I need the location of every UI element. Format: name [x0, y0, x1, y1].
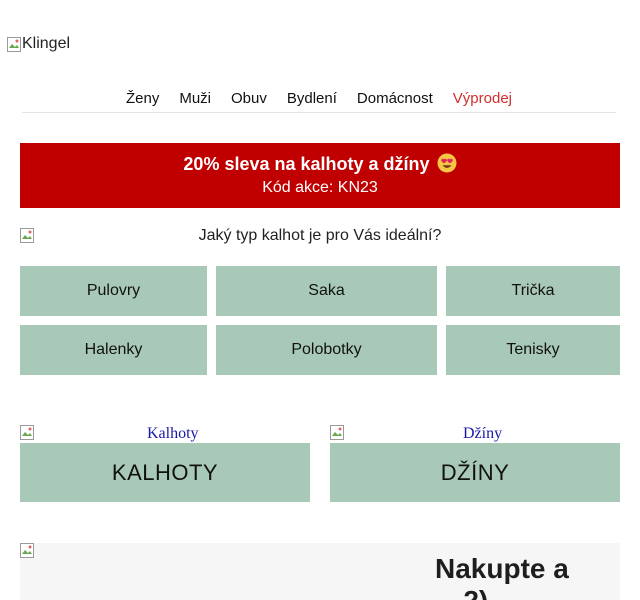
logo-alt-text: Klingel [22, 35, 71, 52]
main-navigation: Ženy Muži Obuv Bydlení Domácnost Výprode… [22, 86, 616, 113]
dziny-image[interactable] [330, 425, 344, 440]
broken-image-icon [7, 36, 21, 52]
kalhoty-image[interactable] [20, 425, 34, 440]
nav-item-domacnost[interactable]: Domácnost [357, 90, 433, 107]
tile-halenky[interactable]: Halenky [20, 325, 207, 375]
email-page: Klingel Ženy Muži Obuv Bydlení Domácnost… [0, 0, 640, 600]
promo-section[interactable]: Nakupte a ...2) [20, 543, 620, 600]
tile-tenisky[interactable]: Tenisky [446, 325, 620, 375]
kalhoty-button[interactable]: KALHOTY [20, 443, 310, 502]
banner-headline: 20% sleva na kalhoty a džíny [183, 154, 430, 174]
tile-tricka[interactable]: Trička [446, 266, 620, 316]
klingel-logo[interactable]: Klingel [7, 35, 70, 53]
dziny-button[interactable]: DŽÍNY [330, 443, 620, 502]
tile-saka[interactable]: Saka [216, 266, 437, 316]
tile-polobotky[interactable]: Polobotky [216, 325, 437, 375]
broken-image-icon [20, 543, 34, 558]
nav-item-muzi[interactable]: Muži [179, 90, 211, 107]
question-text: Jaký typ kalhot je pro Vás ideální? [198, 227, 442, 244]
promo-image [20, 543, 34, 558]
kalhoty-image-alt[interactable]: Kalhoty [147, 425, 199, 443]
tile-pulovry[interactable]: Pulovry [20, 266, 207, 316]
nav-item-obuv[interactable]: Obuv [231, 90, 267, 107]
broken-image-icon [20, 425, 34, 440]
heart-eyes-emoji-icon [437, 153, 457, 173]
nav-item-vyprodej[interactable]: Výprodej [453, 90, 512, 107]
discount-banner[interactable]: 20% sleva na kalhoty a džíny Kód akce: K… [20, 143, 620, 208]
banner-headline-row: 20% sleva na kalhoty a džíny [20, 153, 620, 175]
broken-image-icon [330, 425, 344, 440]
promo-code: Kód akce: KN23 [262, 179, 378, 196]
nav-item-zeny[interactable]: Ženy [126, 90, 159, 107]
nav-item-bydleni[interactable]: Bydlení [287, 90, 337, 107]
promo-title: Nakupte a [435, 553, 569, 584]
question-row: Jaký typ kalhot je pro Vás ideální? [20, 227, 620, 247]
promo-title-line2: ...2) [440, 585, 488, 600]
dziny-image-alt[interactable]: Džíny [463, 425, 502, 443]
